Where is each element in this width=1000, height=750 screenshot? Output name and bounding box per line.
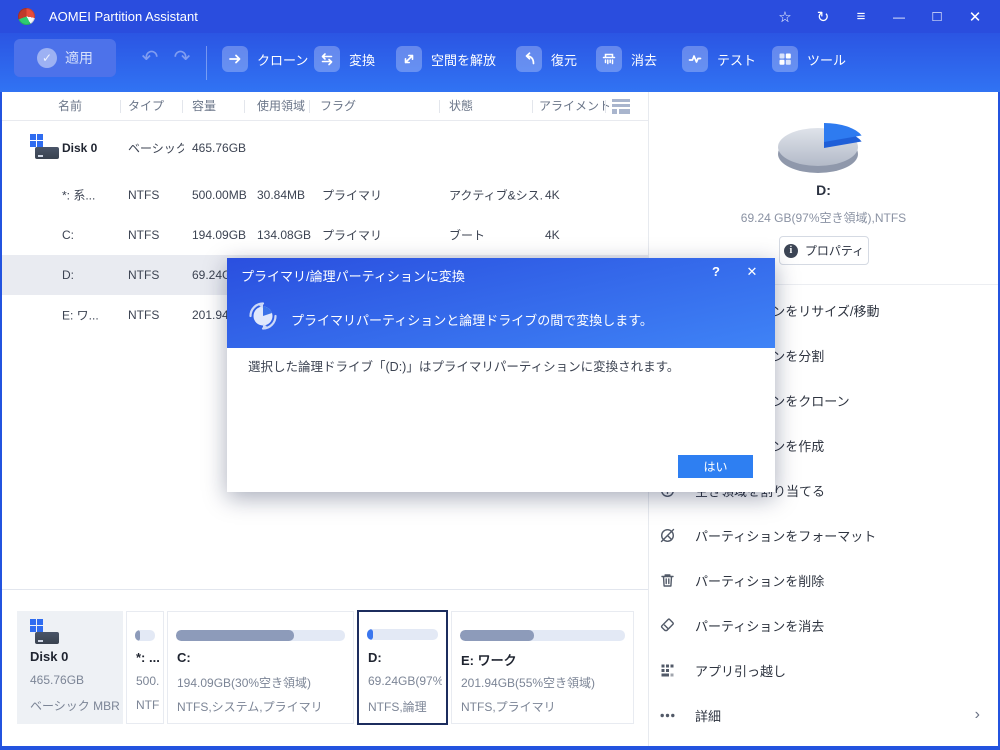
check-icon: ✓: [37, 48, 57, 68]
app-mover-icon: [659, 662, 676, 679]
titlebar-icons: ☆ ↻ ≡ — □ ✕: [766, 0, 994, 33]
selected-drive-info: 69.24 GB(97%空き領域),NTFS: [740, 211, 907, 225]
dialog-help-icon[interactable]: ?: [707, 264, 725, 282]
titlebar: AOMEI Partition Assistant ☆ ↻ ≡ — □ ✕: [0, 0, 1000, 33]
dialog-body-text: 選択した論理ドライブ「(D:)」はプライマリパーティションに変換されます。: [248, 360, 680, 374]
usage-bar: [176, 630, 345, 641]
close-button[interactable]: ✕: [956, 0, 994, 33]
app-title: AOMEI Partition Assistant: [49, 9, 198, 24]
trash-icon: [659, 572, 676, 589]
maximize-button[interactable]: □: [918, 0, 956, 33]
table-header-row: 名前 タイプ 容量 使用領域 フラグ 状態 アライメント: [2, 92, 648, 121]
menu-item-delete[interactable]: パーティションを削除: [649, 558, 998, 602]
eraser-icon: [659, 617, 676, 634]
usage-bar: [460, 630, 625, 641]
chevron-right-icon: ›: [974, 706, 980, 723]
dialog-header: プライマリ/論理パーティションに変換 ? ✕ プライマリパーティションと論理ドラ…: [227, 258, 775, 348]
toolbar-separator: [206, 46, 207, 80]
toolbar-clone-button[interactable]: クローン: [222, 44, 308, 74]
table-row-system[interactable]: *: 系... NTFS 500.00MB 30.84MB プライマリ アクティ…: [2, 175, 648, 215]
partition-pie-chart: [768, 108, 878, 180]
partition-card-c[interactable]: C: 194.09GB(30%空き領域) NTFS,システム,プライマリ: [167, 611, 354, 724]
header-name[interactable]: 名前: [58, 92, 82, 121]
header-flag[interactable]: フラグ: [320, 92, 356, 121]
disk0-summary-card[interactable]: Disk 0 465.76GB ベーシック MBR: [17, 611, 123, 724]
selected-drive-label: D:: [816, 182, 831, 198]
partition-card-d-selected[interactable]: D: 69.24GB(97%... NTFS,論理: [357, 610, 448, 725]
info-icon: i: [783, 243, 798, 258]
header-status[interactable]: 状態: [449, 92, 473, 121]
menu-item-more[interactable]: 詳細 ›: [649, 693, 998, 737]
toolbar-wipe-button[interactable]: 消去: [596, 44, 657, 74]
dialog-title: プライマリ/論理パーティションに変換: [241, 269, 465, 284]
favorite-star-icon[interactable]: ☆: [766, 0, 804, 33]
apply-button[interactable]: ✓ 適用: [14, 39, 116, 77]
menu-item-format[interactable]: パーティションをフォーマット: [649, 513, 998, 557]
toolbar-free-space-button[interactable]: 空間を解放: [396, 44, 496, 74]
toolbar-convert-button[interactable]: 変換: [314, 44, 375, 74]
usage-bar: [135, 630, 155, 641]
toolbar-tools-button[interactable]: ツール: [772, 44, 846, 74]
partition-card-e[interactable]: E: ワーク 201.94GB(55%空き領域) NTFS,プライマリ: [451, 611, 634, 724]
refresh-icon[interactable]: ↻: [804, 0, 842, 33]
convert-partition-dialog: プライマリ/論理パーティションに変換 ? ✕ プライマリパーティションと論理ドラ…: [227, 258, 775, 492]
dialog-close-icon[interactable]: ✕: [743, 264, 761, 282]
yes-button[interactable]: はい: [678, 455, 753, 478]
partition-card-system[interactable]: *: ... 500.... NTF...: [126, 611, 164, 724]
tools-grid-icon: [772, 46, 798, 72]
header-capacity[interactable]: 容量: [192, 92, 216, 121]
shredder-icon: [596, 46, 622, 72]
disk-icon: [30, 619, 60, 646]
toolbar-test-button[interactable]: テスト: [682, 44, 756, 74]
clone-icon: [222, 46, 248, 72]
toolbar-restore-button[interactable]: 復元: [516, 44, 577, 74]
usage-bar: [367, 629, 438, 640]
hamburger-menu-icon[interactable]: ≡: [842, 0, 880, 33]
disk-icon: [30, 134, 60, 161]
undo-button[interactable]: ↶: [136, 43, 164, 71]
column-settings-icon[interactable]: [612, 99, 630, 114]
waveform-icon: [682, 46, 708, 72]
header-used[interactable]: 使用領域: [257, 92, 305, 121]
table-row-disk0[interactable]: Disk 0 ベーシック... 465.76GB: [2, 121, 648, 175]
convert-pie-icon: [245, 298, 281, 334]
restore-icon: [516, 46, 542, 72]
dialog-description: プライマリパーティションと論理ドライブの間で変換します。: [291, 313, 653, 328]
convert-icon: [314, 46, 340, 72]
app-logo-icon: [18, 8, 35, 25]
more-dots-icon: [659, 707, 676, 724]
header-alignment[interactable]: アライメント: [539, 92, 611, 121]
menu-item-wipe[interactable]: パーティションを消去: [649, 603, 998, 647]
minimize-button[interactable]: —: [880, 0, 918, 33]
panel-splitter[interactable]: [2, 589, 648, 590]
window-border-bottom: [0, 746, 1000, 750]
redo-button[interactable]: ↷: [168, 43, 196, 71]
app-window: AOMEI Partition Assistant ☆ ↻ ≡ — □ ✕ ✓ …: [0, 0, 1000, 750]
menu-item-app-mover[interactable]: アプリ引っ越し: [649, 648, 998, 692]
properties-button[interactable]: i プロパティ: [779, 236, 869, 265]
header-type[interactable]: タイプ: [128, 92, 164, 121]
free-space-icon: [396, 46, 422, 72]
table-row-c[interactable]: C: NTFS 194.09GB 134.08GB プライマリ ブート 4K: [2, 215, 648, 255]
format-icon: [659, 527, 676, 544]
